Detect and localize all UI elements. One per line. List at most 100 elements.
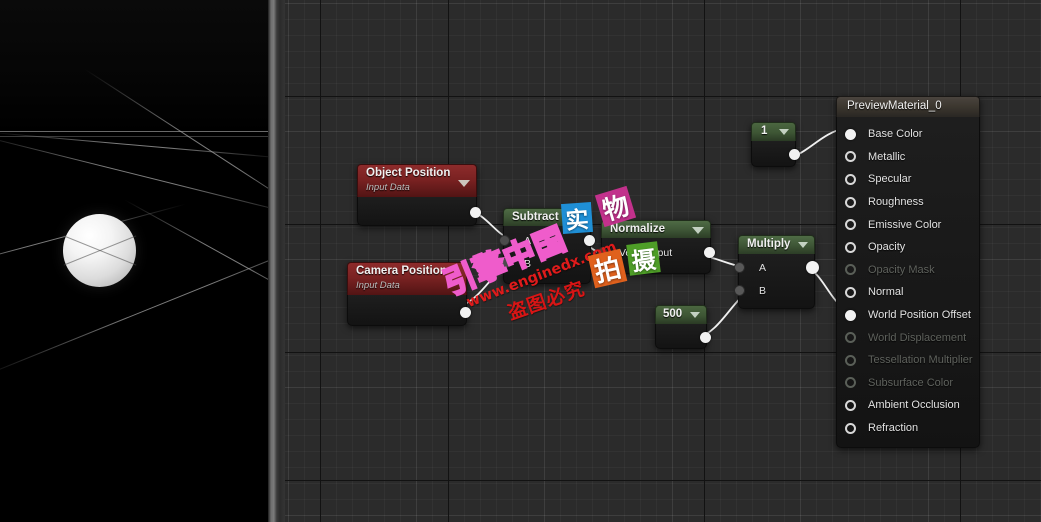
node-normalize[interactable]: Normalize VectorInput xyxy=(597,220,715,274)
node-body: A B xyxy=(499,226,595,284)
input-pin[interactable] xyxy=(734,285,745,296)
material-pin-row[interactable]: Roughness xyxy=(837,191,979,214)
material-pin[interactable] xyxy=(845,399,856,411)
input-pin[interactable] xyxy=(499,258,510,269)
material-pin-label: Metallic xyxy=(868,150,906,163)
material-pin-row[interactable]: Refraction xyxy=(837,417,979,440)
chevron-down-icon[interactable] xyxy=(798,242,808,248)
viewport-graph-splitter[interactable] xyxy=(268,0,285,522)
material-pin-row[interactable]: Ambient Occlusion xyxy=(837,394,979,417)
pin-label: VectorInput xyxy=(619,246,673,259)
material-pin-connected[interactable] xyxy=(845,309,856,321)
node-body: A B xyxy=(734,254,819,309)
node-header: Object Position Input Data xyxy=(357,164,477,197)
output-pin[interactable] xyxy=(789,149,800,160)
material-pin-label: Ambient Occlusion xyxy=(868,399,960,412)
input-pin-row-a[interactable]: A xyxy=(734,256,819,279)
material-pin[interactable] xyxy=(845,422,856,434)
material-pin xyxy=(845,354,856,366)
node-header: Normalize xyxy=(601,220,711,238)
material-pin[interactable] xyxy=(845,196,856,208)
chevron-down-icon[interactable] xyxy=(779,129,789,135)
material-pin[interactable] xyxy=(845,241,856,253)
material-pin[interactable] xyxy=(845,286,856,298)
pin-label: B xyxy=(524,257,532,270)
node-constant-500[interactable]: 500 xyxy=(655,305,711,349)
material-editor-window: Object Position Input Data Camera Positi… xyxy=(0,0,1041,522)
material-pin-row[interactable]: Emissive Color xyxy=(837,213,979,236)
node-title: Multiply xyxy=(747,238,791,250)
pin-label: A xyxy=(759,261,767,274)
graph-axis-vertical xyxy=(320,0,321,522)
material-pin[interactable] xyxy=(845,151,856,163)
material-pin-connected[interactable] xyxy=(845,128,856,140)
node-body: VectorInput xyxy=(597,238,715,274)
material-pin-label: Normal xyxy=(868,286,904,299)
material-pin-row[interactable]: Opacity xyxy=(837,236,979,259)
node-object-position[interactable]: Object Position Input Data xyxy=(357,164,481,226)
preview-sphere-mesh[interactable] xyxy=(63,214,137,287)
material-pin-row[interactable]: Metallic xyxy=(837,146,979,169)
node-title: Normalize xyxy=(610,223,665,235)
node-subtract[interactable]: Subtract A B xyxy=(499,208,595,284)
material-pin-row: Subsurface Color xyxy=(837,372,979,395)
material-pin-label: World Displacement xyxy=(868,331,967,344)
output-pin[interactable] xyxy=(806,261,819,274)
material-pin-label: Opacity xyxy=(868,241,906,254)
material-pin-row: Opacity Mask xyxy=(837,259,979,282)
graph-axis-vertical xyxy=(448,0,449,522)
node-subtitle: Input Data xyxy=(366,182,410,193)
material-pin-label: Emissive Color xyxy=(868,218,942,231)
input-pin-row-a[interactable]: A xyxy=(499,229,595,252)
material-pin-label: World Position Offset xyxy=(868,309,971,322)
material-pin-row[interactable]: Base Color xyxy=(837,123,979,146)
node-title: Subtract xyxy=(512,211,559,223)
node-header: Multiply xyxy=(738,235,815,254)
output-pin[interactable] xyxy=(704,247,715,258)
chevron-down-icon[interactable] xyxy=(692,227,704,234)
input-pin-row-b[interactable]: B xyxy=(734,279,814,302)
material-pin-row[interactable]: Normal xyxy=(837,281,979,304)
input-pin-row-b[interactable]: B xyxy=(499,252,590,275)
material-pin-label: Roughness xyxy=(868,196,924,209)
material-pin-label: Subsurface Color xyxy=(868,376,953,389)
node-constant-1[interactable]: 1 xyxy=(751,122,800,167)
pin-label: A xyxy=(524,234,532,247)
node-title: 1 xyxy=(761,125,768,137)
input-pin-row-vector[interactable]: VectorInput xyxy=(597,241,715,264)
node-title: Camera Position xyxy=(356,265,447,277)
output-pin[interactable] xyxy=(460,307,471,318)
chevron-down-icon[interactable] xyxy=(690,312,700,318)
node-header: Camera Position Input Data xyxy=(347,262,467,295)
material-pin-label: Opacity Mask xyxy=(868,263,935,276)
node-camera-position[interactable]: Camera Position Input Data xyxy=(347,262,471,326)
input-pin[interactable] xyxy=(499,235,510,246)
output-pin[interactable] xyxy=(470,207,481,218)
viewport-sky xyxy=(0,0,268,133)
chevron-down-icon[interactable] xyxy=(458,180,470,187)
output-pin[interactable] xyxy=(584,235,595,246)
material-pin[interactable] xyxy=(845,219,856,231)
input-pin[interactable] xyxy=(734,262,745,273)
node-header: Subtract xyxy=(503,208,591,226)
input-pin[interactable] xyxy=(597,247,608,258)
material-node-title: PreviewMaterial_0 xyxy=(847,100,942,112)
node-subtitle: Input Data xyxy=(356,280,400,291)
output-pin[interactable] xyxy=(700,332,711,343)
material-preview-viewport[interactable] xyxy=(0,0,268,522)
material-pin-label: Refraction xyxy=(868,422,919,435)
node-header: PreviewMaterial_0 xyxy=(836,96,980,117)
node-body xyxy=(347,295,471,326)
node-header: 1 xyxy=(751,122,796,141)
node-body xyxy=(751,141,800,167)
viewport-horizon-line xyxy=(0,131,268,132)
material-pin xyxy=(845,332,856,344)
material-pin-row[interactable]: World Position Offset xyxy=(837,304,979,327)
node-multiply[interactable]: Multiply A B xyxy=(734,235,819,309)
material-pin-label: Specular xyxy=(868,173,912,186)
node-preview-material[interactable]: PreviewMaterial_0 Base Color Metallic Spec… xyxy=(836,96,980,449)
material-pin-row[interactable]: Specular xyxy=(837,168,979,191)
node-body xyxy=(357,197,481,226)
material-pin-row: Tessellation Multiplier xyxy=(837,349,979,372)
material-pin[interactable] xyxy=(845,173,856,185)
